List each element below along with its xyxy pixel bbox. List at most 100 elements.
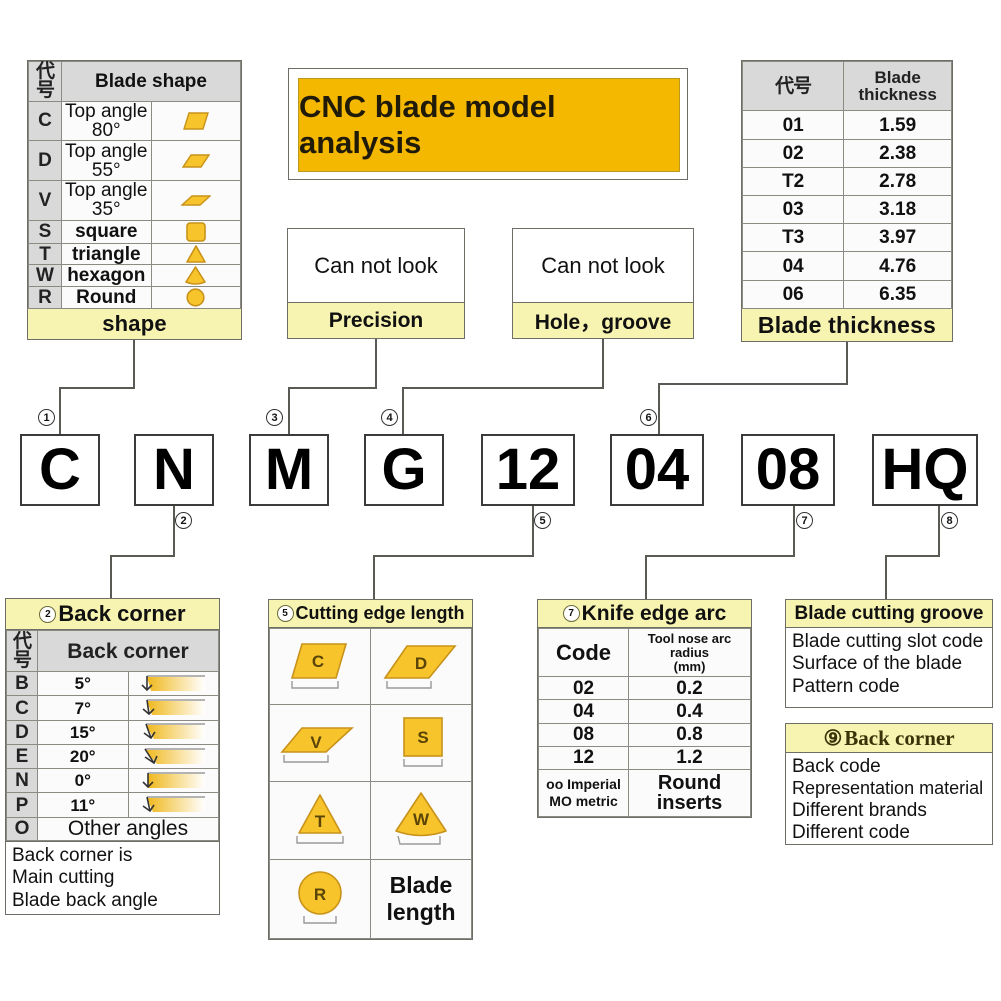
blade-shape-header: Blade shape	[61, 61, 241, 102]
connector-hole-horizontal	[402, 387, 604, 389]
clearance-angle-icon	[127, 743, 219, 770]
code-box-5[interactable]: 12	[481, 434, 575, 506]
shape-code-w: W	[28, 264, 62, 287]
back-corner-angle-b: 5°	[37, 671, 129, 697]
index-marker-1-label: 1	[43, 411, 50, 424]
knife-edge-col-radius-unit: (mm)	[673, 658, 706, 674]
cutting-edge-title-bar: 5 Cutting edge length	[268, 599, 473, 628]
code-box-1[interactable]: C	[20, 434, 100, 506]
table-row: 03 3.18	[741, 195, 952, 225]
shape-code-r: R	[28, 285, 62, 310]
knife-edge-note-line-2: MO metric	[549, 792, 618, 809]
connector-cuttingedge-horizontal	[373, 555, 534, 557]
svg-text:R: R	[314, 885, 326, 904]
table-row: T3 3.97	[741, 223, 952, 253]
cutting-edge-panel: C D V S T W R Blade length	[268, 627, 473, 940]
connector-backcorner-vertical	[173, 506, 175, 556]
back-corner9-line-4: Different code	[792, 822, 910, 844]
index-marker-5-label: 5	[539, 514, 546, 527]
table-row: N 0°	[6, 768, 219, 794]
blade-length-caption: Blade length	[370, 859, 472, 939]
back-corner-other-label: Other angles	[37, 816, 219, 842]
svg-text:T: T	[315, 812, 326, 831]
code-box-6-label: 04	[624, 437, 690, 502]
back-corner-angle-e: 20°	[37, 743, 129, 770]
table-row: E 20°	[6, 743, 219, 770]
hole-groove-panel: Can not look Hole，groove	[512, 228, 694, 339]
shape-desc-v: Top angle 35°	[61, 179, 152, 221]
code-box-2[interactable]: N	[134, 434, 214, 506]
cutting-groove-title: Blade cutting groove	[794, 602, 984, 624]
shape-code-t: T	[28, 242, 62, 266]
index-marker-2: 2	[175, 512, 192, 529]
table-row: R Round	[28, 285, 241, 310]
code-box-2-label: N	[153, 437, 195, 502]
back-corner-angle-d: 15°	[37, 719, 129, 745]
index-marker-cutting-edge: 5	[276, 605, 294, 622]
page-title: CNC blade model analysis	[298, 78, 680, 172]
back-corner9-line-3: Different brands	[792, 799, 927, 821]
connector-knifeedge-horizontal	[645, 555, 795, 557]
table-row: C 7°	[6, 695, 219, 721]
connector-precision-down	[288, 387, 290, 435]
table-row: 02 2.38	[741, 138, 952, 168]
code-box-4[interactable]: G	[364, 434, 444, 506]
index-marker-3-label: 3	[271, 411, 278, 424]
table-row: S square	[28, 219, 241, 244]
hole-groove-body: Can not look	[541, 252, 665, 278]
svg-text:V: V	[310, 733, 322, 752]
knife-edge-panel: Code Tool nose arc radius (mm) 02 0.2 04 0…	[537, 627, 752, 818]
connector-groove-horizontal	[885, 555, 940, 557]
table-row: 04 4.76	[741, 251, 952, 281]
index-marker-back-corner: 2	[39, 605, 57, 623]
code-column-header: 代号	[28, 61, 62, 102]
back-corner9-line-2: Representation material	[792, 778, 984, 799]
table-row: O Other angles	[6, 816, 219, 842]
back-corner-angle-n: 0°	[37, 768, 129, 794]
cutting-groove-line-1: Blade cutting slot code	[792, 631, 984, 652]
knife-edge-code-04: 04	[537, 699, 630, 724]
code-box-8[interactable]: HQ	[872, 434, 978, 506]
index-marker-5: 5	[534, 512, 551, 529]
svg-text:S: S	[417, 728, 428, 747]
clearance-angle-icon	[127, 719, 219, 745]
index-marker-8: 8	[941, 512, 958, 529]
back-corner-code-c: C	[6, 695, 38, 721]
table-row: 代号 Blade thickness	[741, 60, 952, 112]
knife-edge-radius-04: 0.4	[628, 699, 751, 724]
connector-backcorner-down	[110, 555, 112, 601]
back-corner-code-header: 代号	[6, 629, 38, 673]
back-corner-code-p: P	[6, 792, 38, 818]
insert-round-icon: R	[269, 859, 371, 939]
rhombus-80-icon	[150, 100, 241, 142]
connector-shape-horizontal	[59, 387, 135, 389]
thickness-value-t2: 2.78	[843, 166, 952, 197]
back-corner-note-2: Main cutting	[12, 867, 115, 889]
back-corner-table: 代号 Back corner B 5° C 7° D 15° E 20° N 0…	[5, 629, 220, 842]
code-box-5-label: 12	[495, 437, 561, 502]
shape-desc-s: square	[61, 219, 152, 244]
thickness-code-02: 02	[741, 138, 845, 168]
code-box-6[interactable]: 04	[610, 434, 704, 506]
svg-text:C: C	[312, 652, 324, 671]
precision-panel: Can not look Precision	[287, 228, 465, 339]
shape-desc-t: triangle	[61, 242, 152, 266]
table-row: 04 0.4	[537, 699, 751, 724]
code-box-3[interactable]: M	[249, 434, 329, 506]
thickness-value-header: Blade thickness	[843, 60, 952, 112]
back-corner-code-e: E	[6, 743, 38, 770]
knife-edge-code-08: 08	[537, 722, 630, 747]
connector-precision-vertical	[375, 339, 377, 387]
index-marker-3: 3	[266, 409, 283, 426]
back-corner-code-d: D	[6, 719, 38, 745]
index-marker-6: 6	[640, 409, 657, 426]
thickness-value-06: 6.35	[843, 279, 952, 310]
knife-edge-radius-02: 0.2	[628, 676, 751, 701]
code-box-7[interactable]: 08	[741, 434, 835, 506]
back-corner-angle-p: 11°	[37, 792, 129, 818]
cutting-groove-line-3: Pattern code	[792, 675, 900, 697]
back-corner-angle-c: 7°	[37, 695, 129, 721]
knife-edge-col-radius-label: Tool nose arc radius	[647, 631, 732, 660]
table-row: Code Tool nose arc radius (mm)	[537, 627, 751, 678]
knife-edge-title: Knife edge arc	[581, 601, 727, 625]
